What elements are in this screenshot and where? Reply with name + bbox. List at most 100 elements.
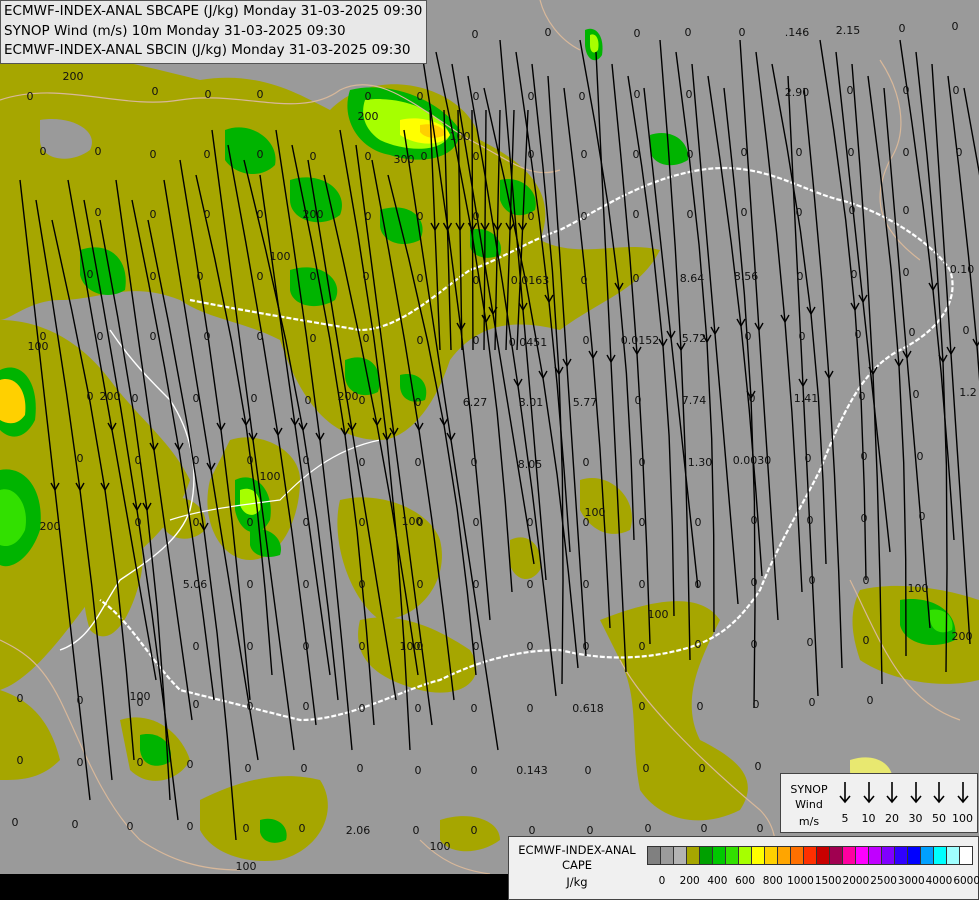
map-value-label: 0 (583, 334, 590, 347)
map-value-label: 0 (473, 334, 480, 347)
map-value-label: 100 (585, 506, 606, 519)
map-value-label: 0 (359, 578, 366, 591)
map-value-label: 0 (757, 822, 764, 835)
cape-legend-unit: J/kg (566, 875, 588, 889)
map-value-label: 200 (40, 520, 61, 533)
cape-color-swatch (803, 846, 817, 865)
map-value-label: 0 (471, 456, 478, 469)
map-value-label: 0 (303, 454, 310, 467)
map-value-label: 0 (917, 450, 924, 463)
map-value-label: 0 (473, 274, 480, 287)
map-value-label: 0 (150, 330, 157, 343)
map-value-label: 0 (579, 90, 586, 103)
map-value-label: 0.618 (572, 702, 604, 715)
cape-color-swatch (738, 846, 752, 865)
map-value-label: 0 (204, 330, 211, 343)
map-value-label: 2.06 (346, 824, 371, 837)
map-value-label: 100 (908, 582, 929, 595)
map-value-label: 0 (415, 764, 422, 777)
wind-arrow-icon (880, 780, 904, 806)
map-value-label: 0 (859, 390, 866, 403)
map-value-label: 0 (527, 516, 534, 529)
map-value-label: 0 (205, 88, 212, 101)
map-value-label: 0 (739, 26, 746, 39)
map-value-label: 0 (473, 90, 480, 103)
map-value-label: 0 (472, 28, 479, 41)
map-value-label: 0 (741, 206, 748, 219)
map-value-label: 0 (187, 820, 194, 833)
map-value-label: 0 (633, 272, 640, 285)
map-value-label: 0 (257, 270, 264, 283)
cape-color-swatch (855, 846, 869, 865)
map-value-label: 0 (633, 208, 640, 221)
map-value-label: 0.0152 (621, 334, 660, 347)
map-value-label: 0 (363, 270, 370, 283)
map-value-label: 0 (687, 148, 694, 161)
map-value-label: 0 (204, 148, 211, 161)
map-value-label: 0 (751, 514, 758, 527)
cape-color-swatch (686, 846, 700, 865)
map-value-label: 0 (753, 698, 760, 711)
map-value-label: 0.143 (516, 764, 548, 777)
map-value-label: 0 (150, 208, 157, 221)
map-value-label: 0 (807, 636, 814, 649)
map-value-label: 0 (413, 824, 420, 837)
cape-color-swatch (699, 846, 713, 865)
synop-wind-legend: SYNOP Wind m/s 5 10 20 30 50 100 (780, 773, 978, 833)
map-value-label: 0 (87, 390, 94, 403)
map-value-label: 0 (257, 88, 264, 101)
map-value-label: 0 (310, 150, 317, 163)
map-value-label: 0 (473, 578, 480, 591)
map-value-label: 0 (581, 148, 588, 161)
map-value-label: 8.64 (680, 272, 705, 285)
cape-color-swatch (946, 846, 960, 865)
map-value-label: 0 (17, 754, 24, 767)
cape-color-swatch (751, 846, 765, 865)
map-value-label: 0 (639, 700, 646, 713)
map-value-label: 0 (243, 822, 250, 835)
map-value-label: 5.72 (682, 332, 707, 345)
wind-arrow-icon (951, 780, 975, 806)
map-value-label: 0 (40, 145, 47, 158)
map-value-label: 0 (251, 392, 258, 405)
cape-wind-map[interactable]: 000000000.1462.1500200000000000002.90000… (0, 0, 979, 900)
map-value-label: 0 (847, 84, 854, 97)
map-value-label: 0 (97, 330, 104, 343)
map-value-label: 0 (635, 394, 642, 407)
map-value-label: 100 (270, 250, 291, 263)
map-value-label: 0 (95, 206, 102, 219)
map-value-label: 0 (903, 204, 910, 217)
map-value-label: 0 (527, 640, 534, 653)
map-value-label: 0 (193, 454, 200, 467)
map-value-label: 0 (27, 90, 34, 103)
map-value-label: 0 (77, 452, 84, 465)
map-value-label: 100 (400, 640, 421, 653)
wind-arrow-icon (833, 780, 857, 806)
cape-color-swatch (881, 846, 895, 865)
map-value-label: 0 (303, 578, 310, 591)
map-value-label: 0 (686, 88, 693, 101)
map-value-label: 0 (639, 578, 646, 591)
map-value-label: 200 (952, 630, 973, 643)
map-value-label: 1.41 (794, 392, 819, 405)
map-value-label: 0 (473, 210, 480, 223)
map-value-label: 8.56 (734, 270, 759, 283)
map-value-label: 0 (471, 702, 478, 715)
map-value-label: 0 (415, 456, 422, 469)
map-value-label: 0 (152, 85, 159, 98)
map-value-label: 0 (633, 148, 640, 161)
wind-speed-label: 10 (861, 812, 876, 825)
map-view[interactable]: 000000000.1462.1500200000000000002.90000… (0, 0, 979, 900)
map-value-label: 0 (137, 756, 144, 769)
header-line-wind: SYNOP Wind (m/s) 10m Monday 31-03-2025 0… (4, 22, 346, 39)
map-value-label: 0 (697, 700, 704, 713)
map-value-label: 0 (12, 816, 19, 829)
map-value-label: 200 (63, 70, 84, 83)
map-value-label: 0 (365, 150, 372, 163)
map-value-label: 0 (471, 764, 478, 777)
map-value-label: 0 (701, 822, 708, 835)
map-value-label: 0 (903, 266, 910, 279)
map-header: ECMWF-INDEX-ANAL SBCAPE (J/kg) Monday 31… (0, 0, 428, 64)
map-value-label: 0 (204, 208, 211, 221)
map-value-label: 0 (634, 27, 641, 40)
